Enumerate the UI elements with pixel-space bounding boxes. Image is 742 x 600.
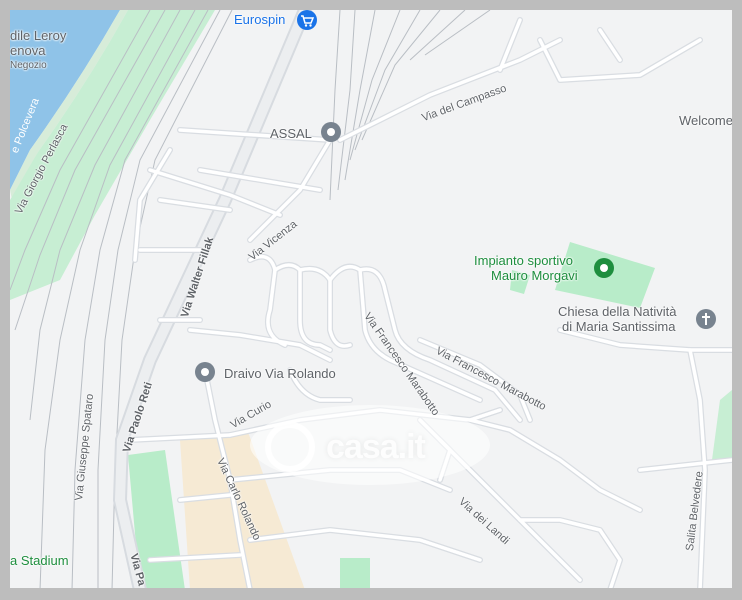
park-small-south xyxy=(340,558,370,588)
poi-impianto-label-line2[interactable]: Mauro Morgavi xyxy=(491,269,578,283)
poi-leroy-label-line2[interactable]: enova xyxy=(10,44,45,58)
poi-eurospin-label[interactable]: Eurospin xyxy=(234,13,285,27)
map-canvas[interactable] xyxy=(0,0,742,600)
poi-impianto-label-line1[interactable]: Impianto sportivo xyxy=(474,254,573,268)
poi-assal-label[interactable]: ASSAL xyxy=(270,127,312,141)
sports-pin-icon[interactable] xyxy=(593,257,615,279)
map-frame[interactable]: Eurospin ASSAL Draivo Via Rolando Impian… xyxy=(0,0,742,600)
poi-leroy-label-line3: Negozio xyxy=(10,60,47,71)
poi-leroy-label-line1[interactable]: dile Leroy xyxy=(10,29,66,43)
place-pin-icon[interactable] xyxy=(194,361,216,383)
poi-stadium-label[interactable]: a Stadium xyxy=(10,554,69,568)
cross-icon[interactable] xyxy=(695,308,717,330)
poi-welcome-label[interactable]: Welcome xyxy=(679,114,732,128)
poi-chiesa-label-line1[interactable]: Chiesa della Natività xyxy=(558,305,677,319)
casa-it-watermark: casa.it xyxy=(326,428,426,466)
poi-draivo-label[interactable]: Draivo Via Rolando xyxy=(224,367,336,381)
shopping-cart-icon[interactable] xyxy=(296,10,318,32)
place-pin-icon[interactable] xyxy=(320,121,342,143)
poi-chiesa-label-line2[interactable]: di Maria Santissima xyxy=(562,320,675,334)
